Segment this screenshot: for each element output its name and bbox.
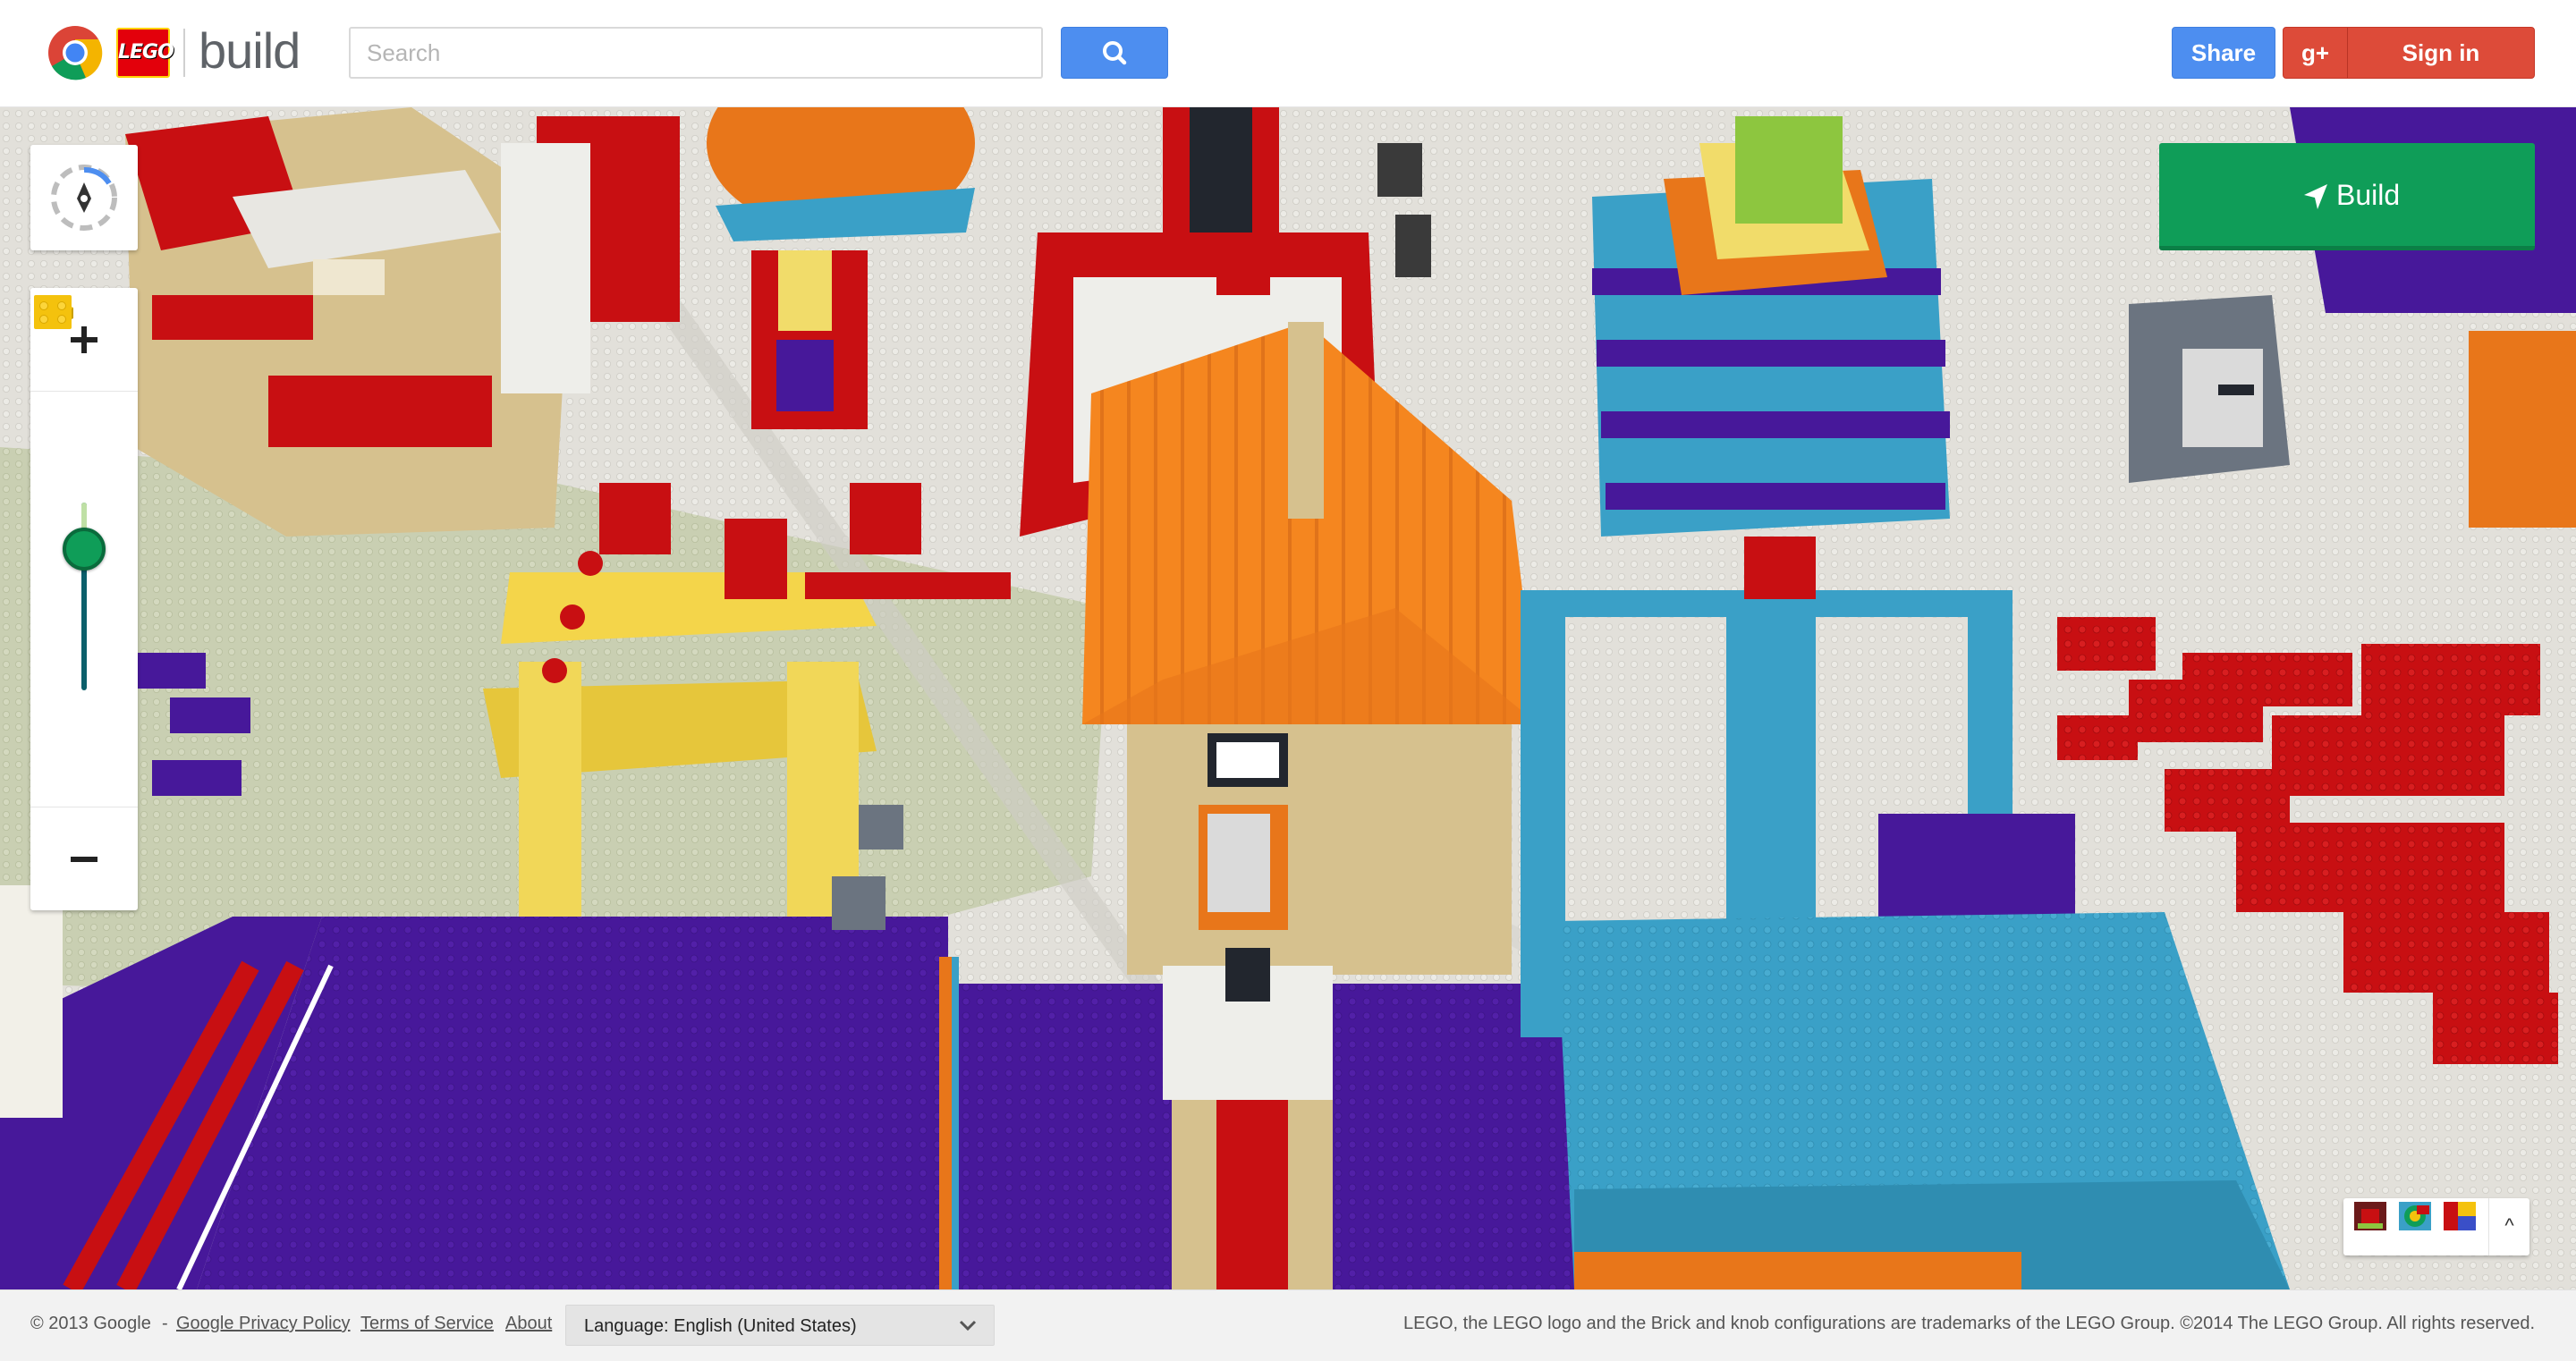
- lego-logo-text: LEGO: [118, 41, 174, 63]
- chevron-down-icon: [959, 1320, 977, 1331]
- footer-separator: -: [162, 1314, 168, 1333]
- palette-item-flag[interactable]: [2442, 1198, 2478, 1232]
- zoom-control: [30, 288, 138, 910]
- compass-icon: [51, 165, 117, 231]
- lego-map-canvas[interactable]: Build ^: [0, 107, 2576, 1289]
- privacy-policy-link[interactable]: Google Privacy Policy: [176, 1314, 351, 1334]
- build-button[interactable]: Build: [2159, 143, 2535, 250]
- app-root: LEGO build Share g+ Sign in: [0, 0, 2576, 1361]
- minus-icon: [71, 857, 97, 862]
- lego-legal-text: LEGO, the LEGO logo and the Brick and kn…: [1402, 1314, 2535, 1333]
- top-bar: LEGO build Share g+ Sign in: [0, 0, 2576, 107]
- language-select-value: Language: English (United States): [584, 1316, 857, 1336]
- navigation-arrow-icon: [2304, 184, 2327, 209]
- brick-palette: ^: [2343, 1198, 2529, 1255]
- zoom-out-button[interactable]: [30, 807, 138, 910]
- language-select[interactable]: Language: English (United States): [565, 1305, 995, 1346]
- zoom-slider-thumb[interactable]: [63, 528, 106, 571]
- copyright-text: © 2013 Google: [30, 1314, 151, 1333]
- search-box[interactable]: [349, 27, 1043, 79]
- footer: © 2013 Google - Google Privacy Policy Te…: [0, 1289, 2576, 1361]
- lego-world-scene: [0, 107, 2576, 1289]
- google-signin-button[interactable]: g+ Sign in: [2283, 27, 2535, 79]
- build-button-label: Build: [2336, 179, 2401, 211]
- search-input[interactable]: [351, 29, 1041, 77]
- logo-divider: [183, 29, 185, 77]
- palette-item-house[interactable]: [2352, 1198, 2388, 1232]
- lego-logo[interactable]: LEGO: [116, 28, 174, 78]
- search-button[interactable]: [1061, 27, 1168, 79]
- chevron-up-icon[interactable]: ^: [2488, 1198, 2529, 1255]
- about-link[interactable]: About: [505, 1314, 552, 1334]
- app-title[interactable]: build: [199, 21, 301, 80]
- palette-item-globe[interactable]: [2397, 1198, 2433, 1232]
- compass-control[interactable]: [30, 145, 138, 250]
- search-icon: [1103, 41, 1127, 65]
- terms-of-service-link[interactable]: Terms of Service: [360, 1314, 494, 1334]
- share-button[interactable]: Share: [2172, 27, 2275, 79]
- chrome-logo-icon[interactable]: [47, 24, 104, 81]
- signin-label: Sign in: [2402, 39, 2480, 66]
- flat-brick-icon[interactable]: [30, 288, 75, 333]
- google-plus-icon: g+: [2284, 28, 2348, 78]
